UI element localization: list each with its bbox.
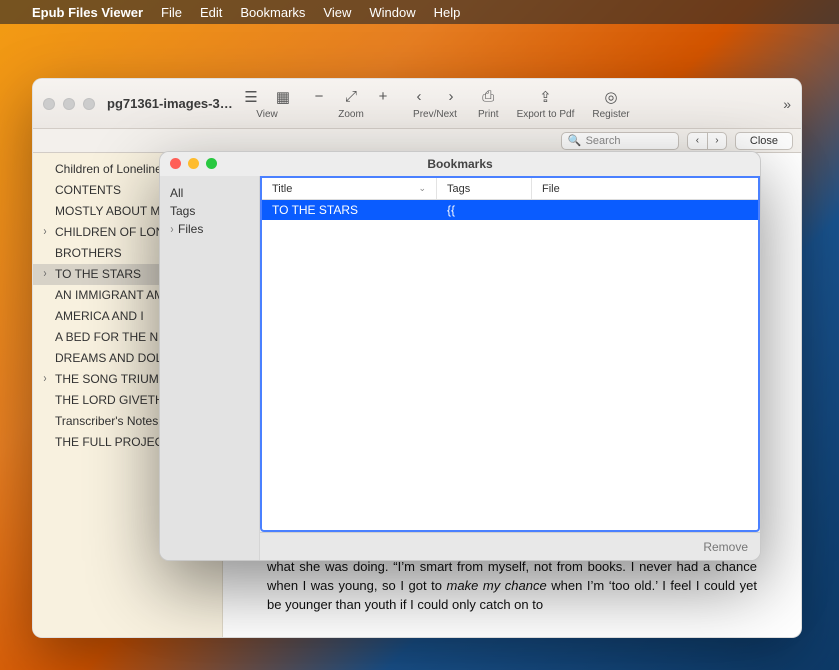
bookmarks-zoom-icon[interactable]	[206, 158, 217, 169]
menu-edit[interactable]: Edit	[200, 5, 222, 20]
bookmarks-titlebar: Bookmarks	[160, 152, 760, 176]
window-minimize-icon[interactable]	[63, 98, 75, 110]
toolbar-zoom-label: Zoom	[338, 109, 364, 120]
zoom-in-icon[interactable]: +	[374, 88, 392, 106]
print-icon[interactable]: ⎙	[479, 88, 497, 106]
search-icon: 🔍	[568, 134, 582, 147]
bookmarks-window: Bookmarks All Tags Files Title ⌄ Tags Fi…	[159, 151, 761, 561]
bookmarks-sidebar: All Tags Files	[160, 176, 260, 560]
menu-view[interactable]: View	[323, 5, 351, 20]
column-header-tags[interactable]: Tags	[437, 178, 532, 199]
toolbar-print-group: ⎙ Print	[478, 88, 499, 120]
search-placeholder: Search	[586, 135, 621, 147]
toolbar-prevnext-group: ‹ › Prev/Next	[410, 88, 460, 120]
bookmark-row-title: TO THE STARS	[262, 203, 437, 217]
window-zoom-icon[interactable]	[83, 98, 95, 110]
toolbar-export-label: Export to Pdf	[517, 109, 575, 120]
prev-page-icon[interactable]: ‹	[410, 88, 428, 106]
bookmarks-title: Bookmarks	[427, 157, 492, 171]
next-page-icon[interactable]: ›	[442, 88, 460, 106]
export-icon[interactable]: ⇪	[536, 88, 554, 106]
bookmarks-minimize-icon[interactable]	[188, 158, 199, 169]
menu-file[interactable]: File	[161, 5, 182, 20]
toolbar-overflow-icon[interactable]: »	[783, 96, 791, 112]
bookmarks-table-header: Title ⌄ Tags File	[262, 178, 758, 200]
list-view-icon[interactable]: ☰	[242, 88, 260, 106]
zoom-fit-icon[interactable]: ⤢	[342, 88, 360, 106]
grid-view-icon[interactable]: ▦	[274, 88, 292, 106]
search-input[interactable]: 🔍 Search	[561, 132, 679, 150]
window-title: pg71361-images-3…	[107, 96, 242, 111]
search-next-button[interactable]: ›	[707, 132, 727, 150]
close-button[interactable]: Close	[735, 132, 793, 150]
toolbar-prevnext-label: Prev/Next	[413, 109, 457, 120]
toolbar-zoom-group: − ⤢ + Zoom	[310, 88, 392, 120]
remove-button[interactable]: Remove	[703, 540, 748, 554]
column-header-file[interactable]: File	[532, 178, 758, 199]
bookmarks-filter-tags[interactable]: Tags	[170, 202, 249, 220]
toolbar-register-label: Register	[592, 109, 629, 120]
window-controls	[43, 98, 95, 110]
secondary-toolbar: 🔍 Search ‹ › Close	[33, 129, 801, 153]
menu-window[interactable]: Window	[369, 5, 415, 20]
window-close-icon[interactable]	[43, 98, 55, 110]
register-icon[interactable]: ◎	[602, 88, 620, 106]
toolbar-view-label: View	[256, 109, 278, 120]
menu-help[interactable]: Help	[434, 5, 461, 20]
bookmarks-close-icon[interactable]	[170, 158, 181, 169]
search-prev-button[interactable]: ‹	[687, 132, 707, 150]
titlebar: pg71361-images-3… ☰ ▦ View − ⤢ + Zoom ‹ …	[33, 79, 801, 129]
menu-bookmarks[interactable]: Bookmarks	[240, 5, 305, 20]
bookmarks-filter-files[interactable]: Files	[170, 220, 249, 238]
macos-menubar: Epub Files Viewer File Edit Bookmarks Vi…	[0, 0, 839, 24]
toolbar-view-group: ☰ ▦ View	[242, 88, 292, 120]
bookmarks-row[interactable]: TO THE STARS {{	[262, 200, 758, 220]
column-header-title[interactable]: Title ⌄	[262, 178, 437, 199]
bookmark-row-tags: {{	[437, 203, 532, 217]
sort-indicator-icon: ⌄	[418, 183, 426, 194]
bookmarks-table: Title ⌄ Tags File TO THE STARS {{	[260, 176, 760, 532]
zoom-out-icon[interactable]: −	[310, 88, 328, 106]
toolbar-export-group: ⇪ Export to Pdf	[517, 88, 575, 120]
search-nav: ‹ ›	[687, 132, 727, 150]
bookmarks-footer: Remove	[260, 532, 760, 560]
menubar-app-name[interactable]: Epub Files Viewer	[32, 5, 143, 20]
toolbar-register-group: ◎ Register	[592, 88, 629, 120]
toolbar-print-label: Print	[478, 109, 499, 120]
bookmarks-filter-all[interactable]: All	[170, 184, 249, 202]
